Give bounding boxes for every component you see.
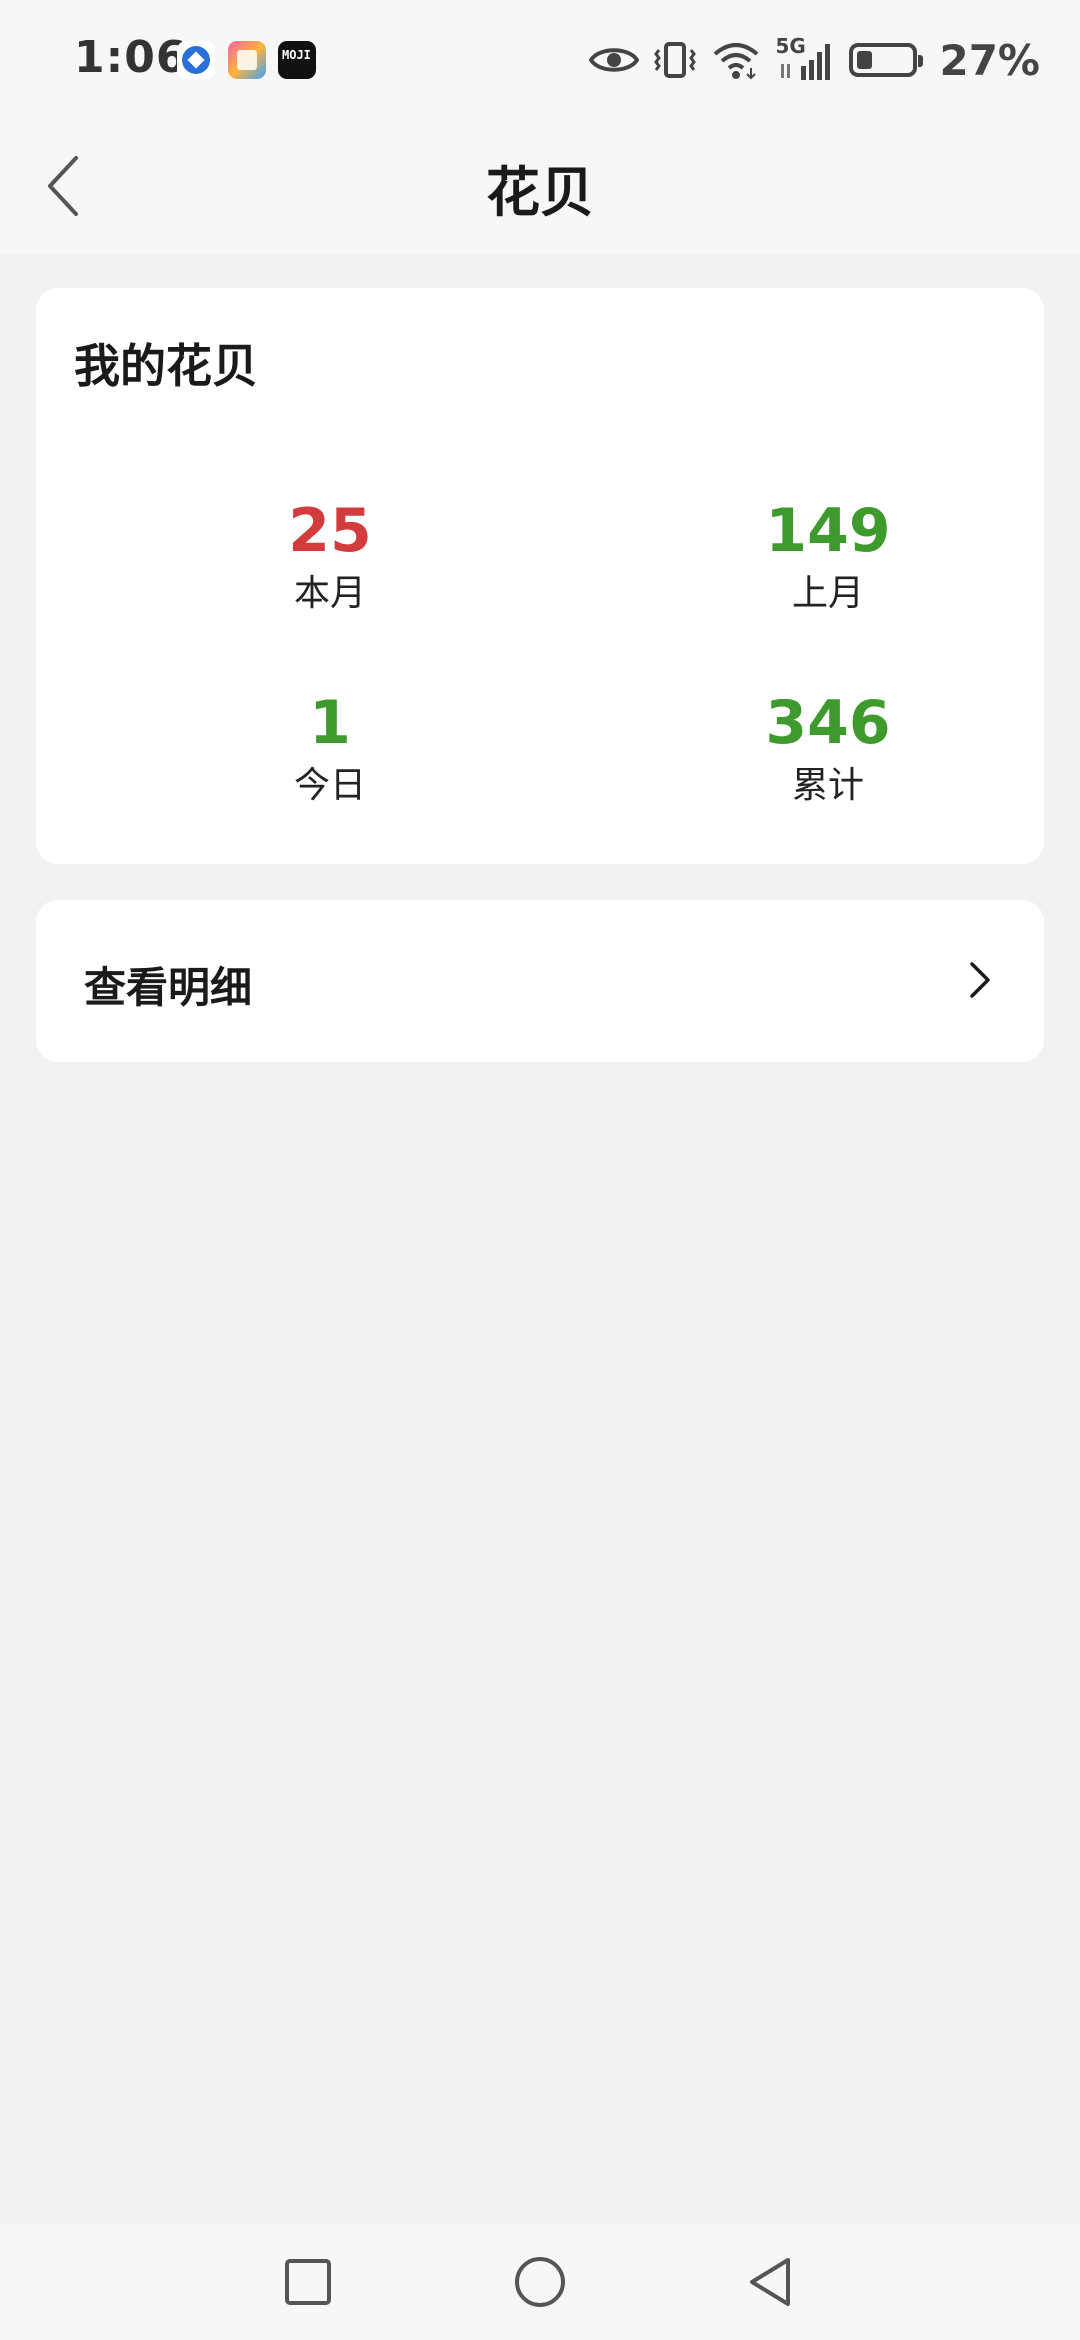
- stats-card-title: 我的花贝: [74, 339, 258, 393]
- stat-label: 本月: [293, 573, 366, 614]
- stat-label: 累计: [791, 765, 864, 806]
- eye-icon: [589, 48, 640, 72]
- system-nav-bar: [0, 2224, 1080, 2340]
- stat-last-month: 149 上月: [678, 496, 978, 616]
- battery-icon: [849, 43, 924, 77]
- stat-value: 149: [765, 496, 891, 566]
- stat-label: 上月: [791, 573, 864, 614]
- status-indicators: 5G 27%: [589, 34, 1040, 86]
- recent-apps-button[interactable]: [270, 2244, 346, 2320]
- stat-value: 25: [288, 496, 372, 566]
- page-title: 花贝: [486, 161, 594, 224]
- vibrate-icon: [654, 42, 697, 78]
- chevron-right-icon: [970, 962, 990, 998]
- back-icon: [750, 2258, 790, 2306]
- app-notification-icon-3: MOJI: [278, 41, 316, 79]
- app-notification-icon-1: [177, 41, 215, 79]
- battery-percent: 27%: [939, 35, 1040, 85]
- recent-apps-icon: [285, 2259, 331, 2305]
- stat-this-month: 25 本月: [180, 496, 480, 616]
- stat-total: 346 累计: [678, 688, 978, 808]
- stat-value: 1: [309, 688, 351, 758]
- view-details-label: 查看明细: [84, 963, 253, 1012]
- nav-back-button[interactable]: [732, 2244, 808, 2320]
- stat-value: 346: [765, 688, 891, 758]
- app-notification-icon-2: [228, 41, 266, 79]
- stat-today: 1 今日: [180, 688, 480, 808]
- stats-card: 我的花贝 25 本月 149 上月 1 今日 346 累计: [36, 288, 1044, 864]
- home-icon: [515, 2257, 565, 2307]
- stat-label: 今日: [293, 765, 366, 806]
- view-details-row[interactable]: 查看明细: [36, 900, 1044, 1062]
- status-bar: 1:06 MOJI 5G 27%: [0, 0, 1080, 120]
- signal-icon: 5G: [775, 34, 835, 82]
- status-time: 1:06: [74, 32, 188, 83]
- home-button[interactable]: [502, 2244, 578, 2320]
- app-header: 花贝: [0, 120, 1080, 254]
- wifi-icon: [714, 43, 759, 80]
